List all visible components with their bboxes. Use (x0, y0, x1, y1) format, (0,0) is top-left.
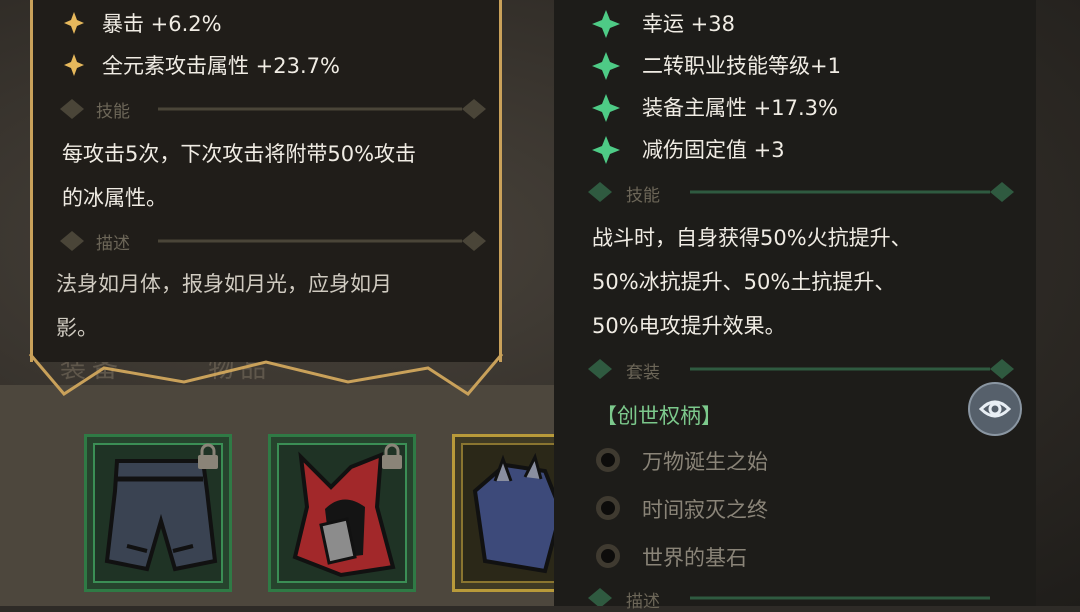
skill-text: 战斗时，自身获得50%火抗提升、 50%冰抗提升、50%土抗提升、 50%电攻提… (592, 226, 912, 338)
set-piece-item: 世界的基石 (642, 546, 747, 570)
tooltip-ornament (28, 354, 504, 396)
stat-line: 幸运 +38 (642, 12, 735, 36)
green-sparkle-icon (592, 10, 620, 38)
skill-header: 技能 (626, 186, 660, 206)
green-sparkle-icon (592, 136, 620, 164)
inventory-slot-1[interactable] (84, 434, 232, 592)
set-piece-indicator (596, 544, 620, 568)
inventory-slot-2[interactable] (268, 434, 416, 592)
desc-header: 描述 (626, 592, 660, 612)
green-sparkle-icon (592, 94, 620, 122)
desc-text: 法身如月体，报身如月光，应身如月 影。 (56, 272, 392, 340)
set-header: 套装 (626, 363, 660, 383)
stat-line: 减伤固定值 +3 (642, 138, 785, 162)
eye-icon (979, 400, 1011, 418)
set-piece-indicator (596, 496, 620, 520)
lock-icon (382, 443, 402, 469)
skill-text: 每攻击5次，下次攻击将附带50%攻击 的冰属性。 (62, 142, 417, 210)
stat-line: 二转职业技能等级+1 (642, 54, 841, 78)
desc-header: 描述 (96, 234, 130, 254)
skill-header: 技能 (96, 102, 130, 122)
gold-sparkle-icon (64, 54, 84, 76)
stat-line: 暴击 +6.2% (102, 12, 222, 36)
set-piece-indicator (596, 448, 620, 472)
set-name: 【创世权柄】 (596, 404, 722, 428)
set-piece-item: 时间寂灭之终 (642, 498, 768, 522)
spiked-gauntlet-icon (472, 452, 564, 574)
gold-sparkle-icon (64, 12, 84, 34)
green-sparkle-icon (592, 52, 620, 80)
stat-line: 装备主属性 +17.3% (642, 96, 838, 120)
toggle-visibility-button[interactable] (968, 382, 1022, 436)
stat-line: 全元素攻击属性 +23.7% (102, 54, 340, 78)
set-piece-item: 万物诞生之始 (642, 450, 768, 474)
lock-icon (198, 443, 218, 469)
